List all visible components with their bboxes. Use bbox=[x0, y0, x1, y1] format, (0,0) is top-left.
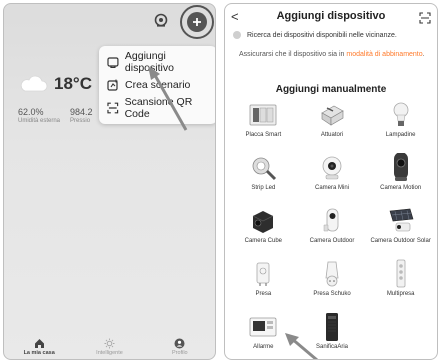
hint-end: . bbox=[422, 51, 425, 58]
create-scene-icon bbox=[107, 79, 118, 91]
device-camera-outdoor[interactable]: Camera Outdoor bbox=[298, 206, 367, 259]
temperature: 18°C bbox=[54, 74, 92, 93]
device-label: Lampadine bbox=[385, 132, 416, 138]
nav-label: La mia casa bbox=[23, 350, 55, 356]
device-allarme[interactable]: Allarme bbox=[229, 312, 298, 359]
device-sanifica-aria[interactable]: SanificaAria bbox=[298, 312, 367, 359]
nav-label: Intelligente bbox=[96, 350, 123, 356]
nav-profile[interactable]: Profilo bbox=[150, 338, 210, 356]
device-label: Presa bbox=[255, 291, 272, 297]
device-label: Camera Cube bbox=[244, 238, 282, 244]
device-label: Allarme bbox=[253, 344, 274, 350]
loading-icon bbox=[233, 31, 241, 39]
air-purifier-icon bbox=[317, 312, 347, 342]
menu-item-label: Aggiungi dispositivo bbox=[124, 49, 174, 74]
actuator-icon bbox=[317, 100, 347, 130]
home-icon bbox=[34, 339, 44, 348]
section-title: Aggiungi manualmente bbox=[275, 84, 387, 95]
camera-cube-icon bbox=[248, 206, 278, 236]
add-device-screen: < Aggiungi dispositivo Ricerca dei dispo… bbox=[224, 3, 438, 360]
scan-icon[interactable] bbox=[419, 12, 431, 24]
humidity-stat: 62.0% Umidità esterna bbox=[18, 107, 60, 124]
nav-label: Profilo bbox=[172, 350, 188, 356]
stat-label: Umidità esterna bbox=[18, 118, 61, 124]
home-screen: 18°C 62.0% Umidità esterna 984.2 Pressio… bbox=[3, 3, 216, 360]
header: < Aggiungi dispositivo bbox=[225, 10, 437, 26]
menu-item-label: Crea scenario bbox=[125, 78, 191, 91]
add-menu: Aggiungi dispositivo Crea scenario Scans… bbox=[99, 46, 215, 124]
pairing-hint: Assicurarsi che il dispositivo sia in mo… bbox=[239, 48, 429, 61]
scan-icon bbox=[107, 102, 119, 113]
weather-stats: 62.0% Umidità esterna 984.2 Pressio bbox=[18, 107, 93, 124]
menu-item-scan-qr[interactable]: Scansione QR Code bbox=[99, 95, 215, 120]
device-label: Multipresa bbox=[386, 291, 415, 297]
device-placca-smart[interactable]: Placca Smart bbox=[229, 100, 298, 153]
pairing-mode-link[interactable]: modalità di abbinamento bbox=[346, 51, 422, 58]
device-presa[interactable]: Presa bbox=[229, 259, 298, 312]
hint-text: Assicurarsi che il dispositivo sia in bbox=[239, 51, 347, 58]
solar-camera-icon bbox=[386, 206, 416, 236]
camera-motion-icon bbox=[386, 153, 416, 183]
device-label: Camera Mini bbox=[314, 185, 349, 191]
device-grid: Placca Smart Attuatori Lampadine Strip L… bbox=[229, 100, 435, 359]
menu-item-label: Scansione QR Code bbox=[124, 95, 193, 120]
led-strip-icon bbox=[248, 153, 278, 183]
device-label: SanificaAria bbox=[315, 344, 348, 350]
camera-outdoor-icon bbox=[317, 206, 347, 236]
device-attuatori[interactable]: Attuatori bbox=[298, 100, 367, 153]
device-camera-motion[interactable]: Camera Motion bbox=[366, 153, 435, 206]
sun-icon bbox=[104, 338, 115, 349]
plus-icon bbox=[193, 18, 201, 26]
device-label: Presa Schuko bbox=[313, 291, 351, 297]
menu-item-create-scene[interactable]: Crea scenario bbox=[99, 73, 215, 96]
schuko-plug-icon bbox=[317, 259, 347, 289]
device-camera-mini[interactable]: Camera Mini bbox=[298, 153, 367, 206]
add-button[interactable] bbox=[187, 12, 207, 32]
cloud-icon bbox=[20, 75, 48, 92]
device-label: Placca Smart bbox=[245, 132, 282, 138]
add-button-highlight bbox=[180, 5, 214, 39]
bottom-nav: La mia casa Intelligente Profilo bbox=[4, 333, 215, 359]
wall-switch-icon bbox=[248, 100, 278, 130]
power-strip-icon bbox=[386, 259, 416, 289]
device-label: Camera Outdoor bbox=[309, 238, 355, 244]
menu-item-add-device[interactable]: Aggiungi dispositivo bbox=[99, 49, 215, 74]
device-label: Strip Led bbox=[251, 185, 276, 191]
device-lampadine[interactable]: Lampadine bbox=[366, 100, 435, 153]
device-strip-led[interactable]: Strip Led bbox=[229, 153, 298, 206]
smart-plug-icon bbox=[248, 259, 278, 289]
nav-smart[interactable]: Intelligente bbox=[79, 338, 139, 356]
nav-home[interactable]: La mia casa bbox=[9, 338, 69, 356]
device-label: Camera Motion bbox=[380, 185, 422, 191]
device-camera-outdoor-solar[interactable]: Camera Outdoor Solar bbox=[366, 206, 435, 259]
search-status: Ricerca dei dispositivi disponibili nell… bbox=[233, 31, 431, 39]
alarm-panel-icon bbox=[248, 312, 278, 342]
voice-icon[interactable] bbox=[153, 12, 169, 28]
pressure-stat: 984.2 Pressio bbox=[70, 107, 93, 124]
profile-icon bbox=[174, 338, 185, 349]
stat-value: 62.0% bbox=[18, 107, 44, 117]
search-text: Ricerca dei dispositivi disponibili nell… bbox=[247, 31, 397, 39]
device-presa-schuko[interactable]: Presa Schuko bbox=[298, 259, 367, 312]
stat-label: Pressio bbox=[70, 118, 91, 124]
device-label: Camera Outdoor Solar bbox=[370, 238, 431, 244]
device-multipresa[interactable]: Multipresa bbox=[366, 259, 435, 312]
add-device-icon bbox=[107, 56, 119, 68]
device-label: Attuatori bbox=[320, 132, 344, 138]
device-camera-cube[interactable]: Camera Cube bbox=[229, 206, 298, 259]
stat-value: 984.2 bbox=[70, 107, 93, 117]
camera-mini-icon bbox=[317, 153, 347, 183]
page-title: Aggiungi dispositivo bbox=[276, 10, 386, 22]
light-bulb-icon bbox=[386, 100, 416, 130]
